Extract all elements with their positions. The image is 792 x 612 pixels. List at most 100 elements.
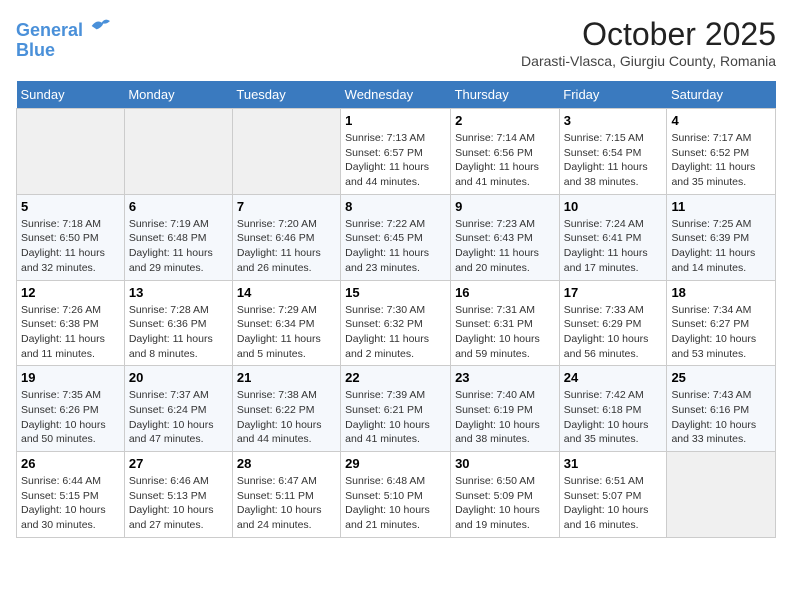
calendar-cell: 25Sunrise: 7:43 AM Sunset: 6:16 PM Dayli… xyxy=(667,366,776,452)
calendar-week-row: 1 Sunrise: 7:13 AM Sunset: 6:57 PM Daylig… xyxy=(17,109,776,195)
day-info: Sunrise: 7:17 AM Sunset: 6:52 PM Dayligh… xyxy=(671,131,771,190)
day-number: 20 xyxy=(129,370,228,385)
calendar-cell: 12 Sunrise: 7:26 AM Sunset: 6:38 PM Dayli… xyxy=(17,280,125,366)
day-number: 4 xyxy=(671,113,771,128)
calendar-cell: 24 Sunrise: 7:42 AM Sunset: 6:18 PM Dayli… xyxy=(559,366,667,452)
calendar-cell: 9 Sunrise: 7:23 AM Sunset: 6:43 PM Daylig… xyxy=(451,194,560,280)
day-number: 1 xyxy=(345,113,446,128)
day-number: 26 xyxy=(21,456,120,471)
month-title: October 2025 xyxy=(521,16,776,53)
day-info: Sunrise: 6:50 AM Sunset: 5:09 PM Dayligh… xyxy=(455,474,555,533)
calendar-cell xyxy=(17,109,125,195)
weekday-header: Thursday xyxy=(451,81,560,109)
day-number: 9 xyxy=(455,199,555,214)
calendar-week-row: 12 Sunrise: 7:26 AM Sunset: 6:38 PM Dayli… xyxy=(17,280,776,366)
calendar-cell: 21 Sunrise: 7:38 AM Sunset: 6:22 PM Dayli… xyxy=(232,366,340,452)
day-info: Sunrise: 6:47 AM Sunset: 5:11 PM Dayligh… xyxy=(237,474,336,533)
calendar-cell: 23 Sunrise: 7:40 AM Sunset: 6:19 PM Dayli… xyxy=(451,366,560,452)
day-number: 31 xyxy=(564,456,663,471)
calendar-table: SundayMondayTuesdayWednesdayThursdayFrid… xyxy=(16,81,776,538)
day-info: Sunrise: 7:15 AM Sunset: 6:54 PM Dayligh… xyxy=(564,131,663,190)
calendar-cell: 30 Sunrise: 6:50 AM Sunset: 5:09 PM Dayli… xyxy=(451,452,560,538)
day-number: 23 xyxy=(455,370,555,385)
calendar-cell: 14Sunrise: 7:29 AM Sunset: 6:34 PM Dayli… xyxy=(232,280,340,366)
day-info: Sunrise: 7:14 AM Sunset: 6:56 PM Dayligh… xyxy=(455,131,555,190)
day-info: Sunrise: 7:20 AM Sunset: 6:46 PM Dayligh… xyxy=(237,217,336,276)
day-info: Sunrise: 7:38 AM Sunset: 6:22 PM Dayligh… xyxy=(237,388,336,447)
calendar-cell: 28 Sunrise: 6:47 AM Sunset: 5:11 PM Dayli… xyxy=(232,452,340,538)
calendar-cell: 31Sunrise: 6:51 AM Sunset: 5:07 PM Dayli… xyxy=(559,452,667,538)
day-info: Sunrise: 7:34 AM Sunset: 6:27 PM Dayligh… xyxy=(671,303,771,362)
day-number: 30 xyxy=(455,456,555,471)
day-info: Sunrise: 7:19 AM Sunset: 6:48 PM Dayligh… xyxy=(129,217,228,276)
day-info: Sunrise: 7:22 AM Sunset: 6:45 PM Dayligh… xyxy=(345,217,446,276)
day-info: Sunrise: 7:37 AM Sunset: 6:24 PM Dayligh… xyxy=(129,388,228,447)
day-info: Sunrise: 6:44 AM Sunset: 5:15 PM Dayligh… xyxy=(21,474,120,533)
calendar-cell xyxy=(124,109,232,195)
calendar-cell: 6 Sunrise: 7:19 AM Sunset: 6:48 PM Daylig… xyxy=(124,194,232,280)
day-info: Sunrise: 7:30 AM Sunset: 6:32 PM Dayligh… xyxy=(345,303,446,362)
calendar-cell: 26 Sunrise: 6:44 AM Sunset: 5:15 PM Dayli… xyxy=(17,452,125,538)
day-info: Sunrise: 7:40 AM Sunset: 6:19 PM Dayligh… xyxy=(455,388,555,447)
weekday-header: Wednesday xyxy=(341,81,451,109)
day-info: Sunrise: 7:23 AM Sunset: 6:43 PM Dayligh… xyxy=(455,217,555,276)
calendar-header: SundayMondayTuesdayWednesdayThursdayFrid… xyxy=(17,81,776,109)
day-number: 6 xyxy=(129,199,228,214)
day-info: Sunrise: 7:13 AM Sunset: 6:57 PM Dayligh… xyxy=(345,131,446,190)
calendar-cell: 17Sunrise: 7:33 AM Sunset: 6:29 PM Dayli… xyxy=(559,280,667,366)
day-number: 21 xyxy=(237,370,336,385)
calendar-cell: 16Sunrise: 7:31 AM Sunset: 6:31 PM Dayli… xyxy=(451,280,560,366)
calendar-cell: 19 Sunrise: 7:35 AM Sunset: 6:26 PM Dayli… xyxy=(17,366,125,452)
calendar-cell: 27Sunrise: 6:46 AM Sunset: 5:13 PM Dayli… xyxy=(124,452,232,538)
day-info: Sunrise: 7:24 AM Sunset: 6:41 PM Dayligh… xyxy=(564,217,663,276)
day-number: 27 xyxy=(129,456,228,471)
weekday-header: Tuesday xyxy=(232,81,340,109)
calendar-cell: 29 Sunrise: 6:48 AM Sunset: 5:10 PM Dayli… xyxy=(341,452,451,538)
day-info: Sunrise: 7:35 AM Sunset: 6:26 PM Dayligh… xyxy=(21,388,120,447)
day-number: 14 xyxy=(237,285,336,300)
calendar-cell: 3Sunrise: 7:15 AM Sunset: 6:54 PM Daylig… xyxy=(559,109,667,195)
day-number: 7 xyxy=(237,199,336,214)
calendar-cell: 20 Sunrise: 7:37 AM Sunset: 6:24 PM Dayli… xyxy=(124,366,232,452)
logo-line1: General xyxy=(16,20,83,40)
calendar-cell: 1 Sunrise: 7:13 AM Sunset: 6:57 PM Daylig… xyxy=(341,109,451,195)
day-info: Sunrise: 7:43 AM Sunset: 6:16 PM Dayligh… xyxy=(671,388,771,447)
calendar-cell: 15 Sunrise: 7:30 AM Sunset: 6:32 PM Dayli… xyxy=(341,280,451,366)
day-info: Sunrise: 7:26 AM Sunset: 6:38 PM Dayligh… xyxy=(21,303,120,362)
day-number: 24 xyxy=(564,370,663,385)
logo-bird-icon xyxy=(90,16,110,36)
day-info: Sunrise: 6:48 AM Sunset: 5:10 PM Dayligh… xyxy=(345,474,446,533)
day-number: 22 xyxy=(345,370,446,385)
title-section: October 2025 Darasti-Vlasca, Giurgiu Cou… xyxy=(521,16,776,69)
weekday-header: Saturday xyxy=(667,81,776,109)
calendar-week-row: 5 Sunrise: 7:18 AM Sunset: 6:50 PM Daylig… xyxy=(17,194,776,280)
calendar-cell: 18Sunrise: 7:34 AM Sunset: 6:27 PM Dayli… xyxy=(667,280,776,366)
day-number: 12 xyxy=(21,285,120,300)
calendar-cell: 2 Sunrise: 7:14 AM Sunset: 6:56 PM Daylig… xyxy=(451,109,560,195)
day-info: Sunrise: 7:33 AM Sunset: 6:29 PM Dayligh… xyxy=(564,303,663,362)
day-number: 29 xyxy=(345,456,446,471)
calendar-cell: 11Sunrise: 7:25 AM Sunset: 6:39 PM Dayli… xyxy=(667,194,776,280)
subtitle: Darasti-Vlasca, Giurgiu County, Romania xyxy=(521,53,776,69)
day-info: Sunrise: 7:42 AM Sunset: 6:18 PM Dayligh… xyxy=(564,388,663,447)
logo-line2: Blue xyxy=(16,41,110,61)
day-number: 28 xyxy=(237,456,336,471)
calendar-cell: 4 Sunrise: 7:17 AM Sunset: 6:52 PM Daylig… xyxy=(667,109,776,195)
weekday-header: Friday xyxy=(559,81,667,109)
day-info: Sunrise: 7:18 AM Sunset: 6:50 PM Dayligh… xyxy=(21,217,120,276)
calendar-cell: 22 Sunrise: 7:39 AM Sunset: 6:21 PM Dayli… xyxy=(341,366,451,452)
weekday-header: Monday xyxy=(124,81,232,109)
day-number: 5 xyxy=(21,199,120,214)
day-number: 19 xyxy=(21,370,120,385)
calendar-cell xyxy=(232,109,340,195)
day-info: Sunrise: 7:31 AM Sunset: 6:31 PM Dayligh… xyxy=(455,303,555,362)
calendar-body: 1 Sunrise: 7:13 AM Sunset: 6:57 PM Daylig… xyxy=(17,109,776,538)
day-number: 10 xyxy=(564,199,663,214)
day-number: 15 xyxy=(345,285,446,300)
calendar-cell: 10 Sunrise: 7:24 AM Sunset: 6:41 PM Dayli… xyxy=(559,194,667,280)
day-info: Sunrise: 7:28 AM Sunset: 6:36 PM Dayligh… xyxy=(129,303,228,362)
weekday-header: Sunday xyxy=(17,81,125,109)
day-info: Sunrise: 7:39 AM Sunset: 6:21 PM Dayligh… xyxy=(345,388,446,447)
calendar-cell: 13Sunrise: 7:28 AM Sunset: 6:36 PM Dayli… xyxy=(124,280,232,366)
day-number: 2 xyxy=(455,113,555,128)
